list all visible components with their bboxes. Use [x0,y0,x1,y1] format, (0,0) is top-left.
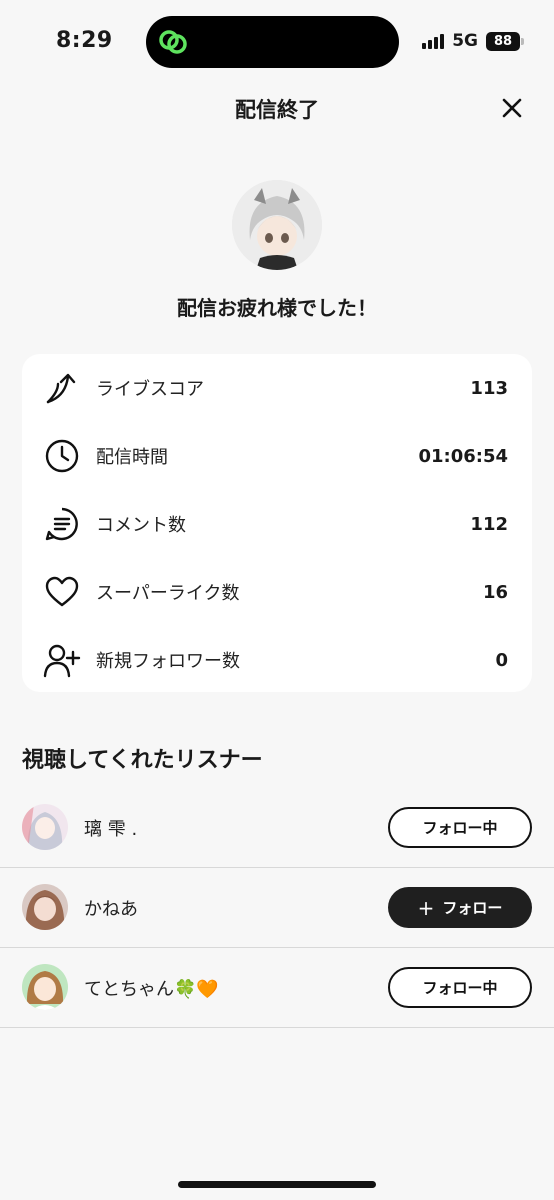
listener-row[interactable]: 璃 雫 . フォロー中 [0,788,554,868]
stat-label: 配信時間 [96,447,168,468]
follow-button-label: フォロー中 [422,979,498,997]
page-title: 配信終了 [235,98,319,122]
stat-row-stream-time: 配信時間 01:06:54 [22,436,532,476]
dynamic-island [146,16,399,68]
listener-name: てとちゃん🍀🧡 [84,979,219,1000]
battery-level: 88 [493,33,513,49]
stat-label: コメント数 [96,515,186,536]
stat-label: スーパーライク数 [96,583,240,604]
stat-row-comments: コメント数 112 [22,504,532,544]
listener-row[interactable]: てとちゃん🍀🧡 フォロー中 [0,948,554,1028]
stat-row-new-followers: 新規フォロワー数 0 [22,640,532,680]
status-bar: 8:29 5G 88 [0,0,554,86]
plus-icon: + [417,895,435,920]
following-button[interactable]: フォロー中 [388,807,532,848]
following-button[interactable]: フォロー中 [388,967,532,1008]
stat-value: 01:06:54 [418,445,508,467]
avatar[interactable] [22,964,68,1010]
add-user-icon [43,644,81,678]
stream-ended-screen: 8:29 5G 88 配信終了 配信お疲れ様でした！ ライブスコア 113 配信… [0,0,554,1200]
comment-icon [45,507,78,541]
stat-label: 新規フォロワー数 [96,651,240,672]
stat-value: 113 [470,377,508,399]
network-label: 5G [452,31,478,51]
stat-row-live-score: ライブスコア 113 [22,368,532,408]
avatar[interactable] [22,804,68,850]
avatar[interactable] [22,884,68,930]
stat-value: 0 [495,649,508,671]
close-icon[interactable] [498,94,526,122]
follow-button[interactable]: + フォロー [388,887,532,928]
page-header: 配信終了 [0,86,554,130]
clock-icon [45,439,79,473]
status-indicators: 5G 88 [422,30,524,52]
stats-card: ライブスコア 113 配信時間 01:06:54 コメント数 112 スーパーラ… [22,354,532,692]
follow-button-label: フォロー [442,899,503,917]
listener-row[interactable]: かねあ + フォロー [0,868,554,948]
stat-value: 112 [470,513,508,535]
host-avatar [232,180,322,270]
battery-icon: 88 [486,31,524,51]
arrow-up-icon [46,373,76,404]
link-rings-icon [159,30,187,54]
heart-icon [45,576,79,607]
listeners-title: 視聴してくれたリスナー [22,748,263,773]
home-indicator[interactable] [178,1181,376,1188]
stat-label: ライブスコア [96,379,204,400]
stat-value: 16 [482,581,508,603]
listener-name: 璃 雫 . [84,819,138,840]
follow-button-label: フォロー中 [422,819,498,837]
thanks-message: 配信お疲れ様でした！ [177,296,377,320]
status-time: 8:29 [56,28,113,53]
signal-icon [422,33,445,49]
stat-row-super-likes: スーパーライク数 16 [22,572,532,612]
listener-name: かねあ [84,899,138,920]
